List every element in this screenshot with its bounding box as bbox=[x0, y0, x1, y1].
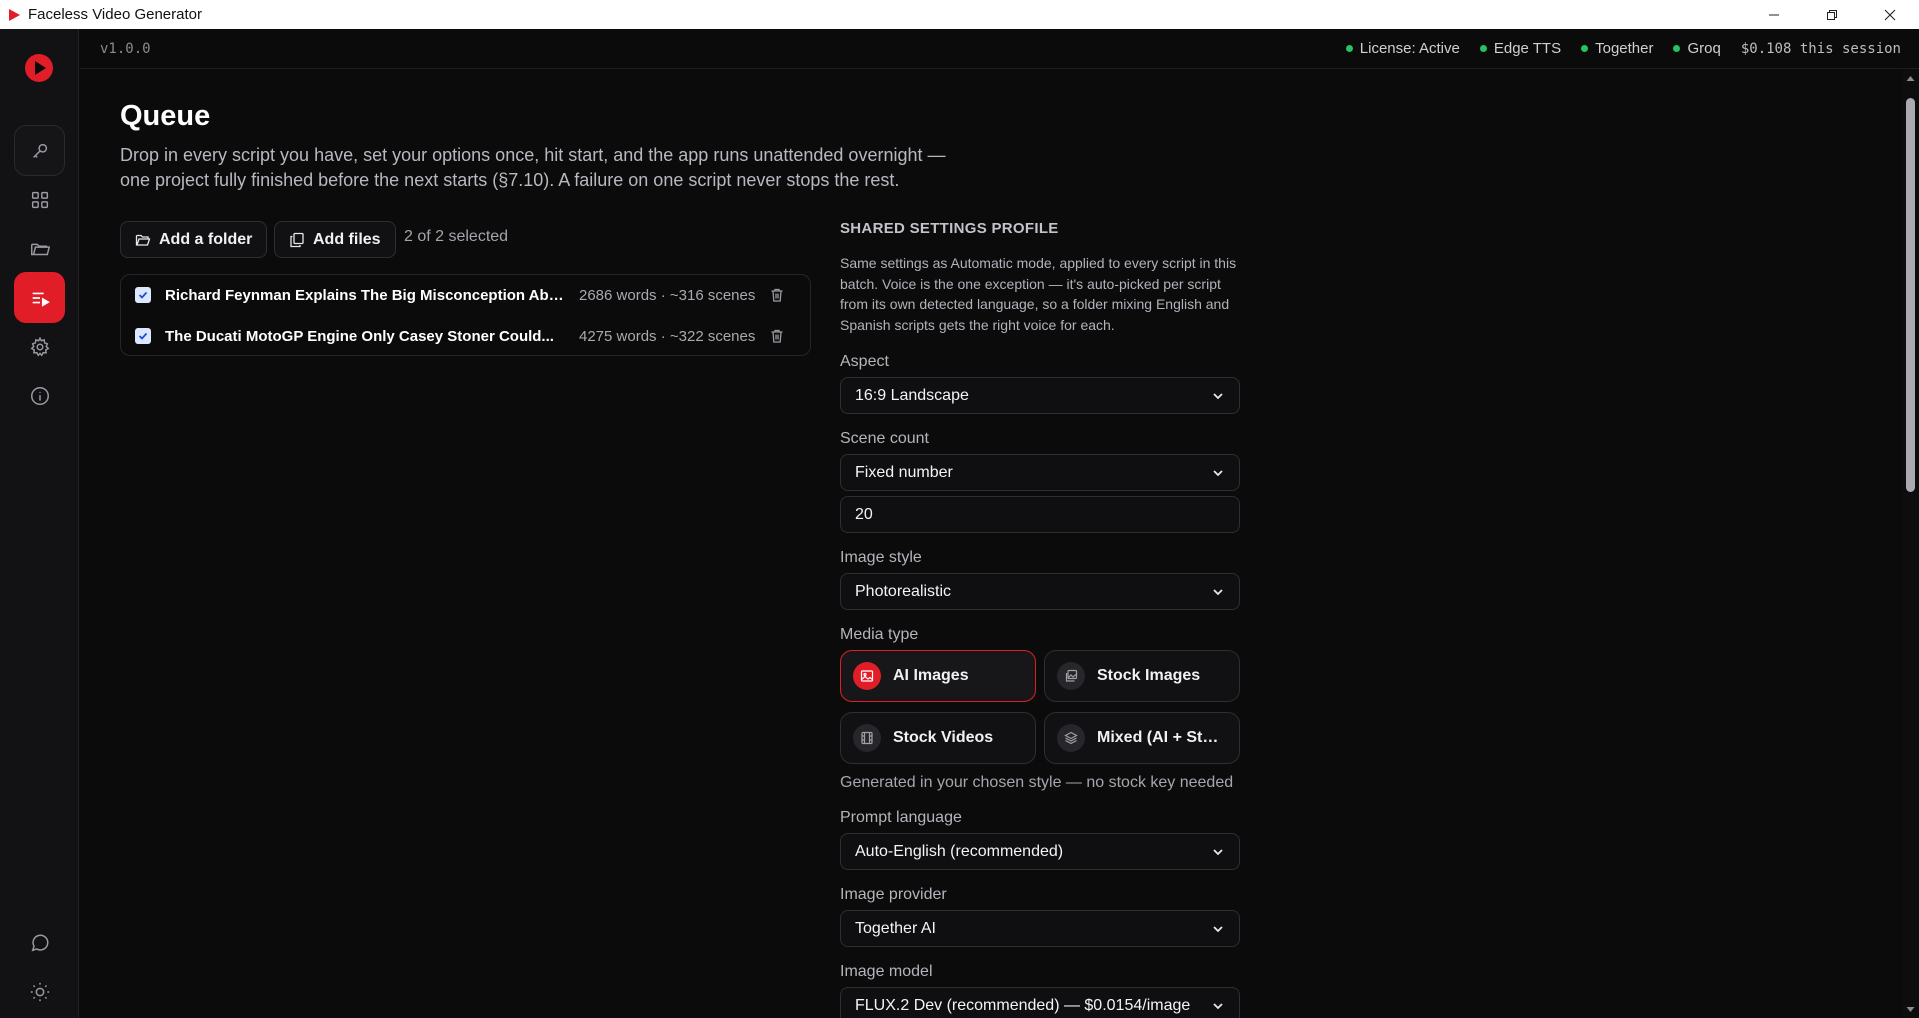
main-scrollbar[interactable] bbox=[1902, 70, 1919, 1018]
queue-item-checkbox[interactable] bbox=[135, 328, 151, 344]
session-cost: $0.108 this session bbox=[1740, 40, 1901, 57]
image-provider-label: Image provider bbox=[840, 886, 947, 903]
page-description: Drop in every script you have, set your … bbox=[120, 145, 946, 190]
media-type-help: Generated in your chosen style — no stoc… bbox=[840, 774, 1234, 791]
title-bar: Faceless Video Generator bbox=[0, 0, 1919, 29]
prompt-language-select[interactable]: Auto-English (recommended) bbox=[840, 833, 1240, 870]
media-option-ai-images[interactable]: AI Images bbox=[840, 650, 1036, 702]
app-version: v1.0.0 bbox=[100, 40, 151, 57]
aspect-select[interactable]: 16:9 Landscape bbox=[840, 377, 1240, 414]
queue-item-meta: 4275 words · ~322 scenes bbox=[579, 327, 756, 345]
scroll-up-icon[interactable] bbox=[1906, 74, 1915, 83]
chevron-down-icon bbox=[1213, 1002, 1223, 1009]
main-content: Queue Drop in every script you have, set… bbox=[80, 70, 1902, 1018]
image-model-select[interactable]: FLUX.2 Dev (recommended) — $0.0154/image bbox=[840, 987, 1240, 1018]
chevron-down-icon bbox=[1213, 848, 1223, 855]
nav-projects[interactable] bbox=[14, 223, 65, 274]
status-llm: Groq bbox=[1673, 40, 1721, 57]
image-style-select[interactable]: Photorealistic bbox=[840, 573, 1240, 610]
sun-icon bbox=[30, 982, 49, 1001]
minimize-icon[interactable] bbox=[1745, 0, 1803, 29]
chevron-down-icon bbox=[1213, 392, 1223, 399]
queue-item-title: The Ducati MotoGP Engine Only Casey Ston… bbox=[165, 327, 554, 345]
gallery-icon bbox=[1057, 662, 1085, 690]
image-provider-select[interactable]: Together AI bbox=[840, 910, 1240, 947]
settings-section-description: Same settings as Automatic mode, applied… bbox=[840, 255, 1237, 333]
scene-count-label: Scene count bbox=[840, 430, 929, 447]
window-title: Faceless Video Generator bbox=[28, 6, 202, 23]
scene-count-input[interactable]: 20 bbox=[840, 496, 1240, 533]
shared-settings-panel: SHARED SETTINGS PROFILE Same settings as… bbox=[840, 220, 1240, 1018]
media-option-mixed[interactable]: Mixed (AI + Stock) bbox=[1044, 712, 1240, 764]
chat-icon bbox=[31, 934, 48, 951]
nav-feedback[interactable] bbox=[14, 917, 65, 968]
folder-icon bbox=[30, 243, 50, 255]
add-folder-button[interactable]: Add a folder bbox=[120, 221, 268, 258]
nav-license[interactable] bbox=[14, 125, 65, 176]
app-logo-icon bbox=[25, 54, 53, 82]
scrollbar-thumb[interactable] bbox=[1906, 98, 1915, 492]
check-icon bbox=[138, 291, 148, 299]
info-icon bbox=[30, 386, 49, 405]
status-image-provider: Together bbox=[1581, 40, 1653, 57]
status-dot bbox=[1581, 45, 1589, 52]
queue-item[interactable]: The Ducati MotoGP Engine Only Casey Ston… bbox=[121, 316, 812, 356]
image-style-label: Image style bbox=[840, 549, 922, 566]
chevron-down-icon bbox=[1213, 588, 1223, 595]
status-tts: Edge TTS bbox=[1479, 40, 1561, 57]
status-dot bbox=[1479, 45, 1487, 52]
queue-item[interactable]: Richard Feynman Explains The Big Misconc… bbox=[121, 275, 812, 315]
scroll-down-icon[interactable] bbox=[1906, 1005, 1915, 1014]
aspect-label: Aspect bbox=[840, 353, 889, 370]
nav-queue[interactable] bbox=[14, 272, 65, 323]
nav-dashboard[interactable] bbox=[14, 174, 65, 225]
queue-item-checkbox[interactable] bbox=[135, 287, 151, 303]
film-icon bbox=[853, 724, 881, 752]
add-files-button[interactable]: Add files bbox=[274, 221, 396, 258]
chevron-down-icon bbox=[1213, 469, 1223, 476]
status-dot bbox=[1673, 45, 1681, 52]
close-icon[interactable] bbox=[1861, 0, 1919, 29]
nav-settings[interactable] bbox=[14, 321, 65, 372]
files-icon bbox=[290, 232, 304, 247]
image-icon bbox=[853, 662, 881, 690]
trash-icon[interactable] bbox=[769, 287, 785, 303]
check-icon bbox=[138, 332, 148, 340]
image-model-label: Image model bbox=[840, 963, 933, 980]
queue-item-meta: 2686 words · ~316 scenes bbox=[579, 286, 756, 304]
folder-open-icon bbox=[135, 234, 151, 246]
app-logo-icon bbox=[9, 8, 20, 21]
status-license: License: Active bbox=[1345, 40, 1460, 57]
queue-list: Richard Feynman Explains The Big Misconc… bbox=[120, 274, 811, 356]
grid-icon bbox=[31, 191, 48, 208]
status-bar: v1.0.0 License: Active Edge TTS Together… bbox=[80, 29, 1919, 69]
layers-icon bbox=[1057, 724, 1085, 752]
chevron-down-icon bbox=[1213, 925, 1223, 932]
media-option-stock-videos[interactable]: Stock Videos bbox=[840, 712, 1036, 764]
media-option-stock-images[interactable]: Stock Images bbox=[1044, 650, 1240, 702]
sidebar bbox=[0, 29, 79, 1018]
restore-icon[interactable] bbox=[1803, 0, 1861, 29]
status-dot bbox=[1345, 45, 1353, 52]
selection-count: 2 of 2 selected bbox=[404, 228, 509, 245]
queue-icon bbox=[32, 292, 50, 307]
media-type-label: Media type bbox=[840, 626, 919, 643]
page-title: Queue bbox=[120, 100, 211, 132]
gear-icon bbox=[30, 336, 49, 356]
scene-count-select[interactable]: Fixed number bbox=[840, 454, 1240, 491]
nav-about[interactable] bbox=[14, 370, 65, 421]
theme-toggle[interactable] bbox=[14, 966, 65, 1017]
prompt-language-label: Prompt language bbox=[840, 809, 962, 826]
trash-icon[interactable] bbox=[769, 328, 785, 344]
queue-item-title: Richard Feynman Explains The Big Misconc… bbox=[165, 286, 565, 304]
key-icon bbox=[32, 143, 47, 158]
settings-section-title: SHARED SETTINGS PROFILE bbox=[840, 220, 1059, 237]
